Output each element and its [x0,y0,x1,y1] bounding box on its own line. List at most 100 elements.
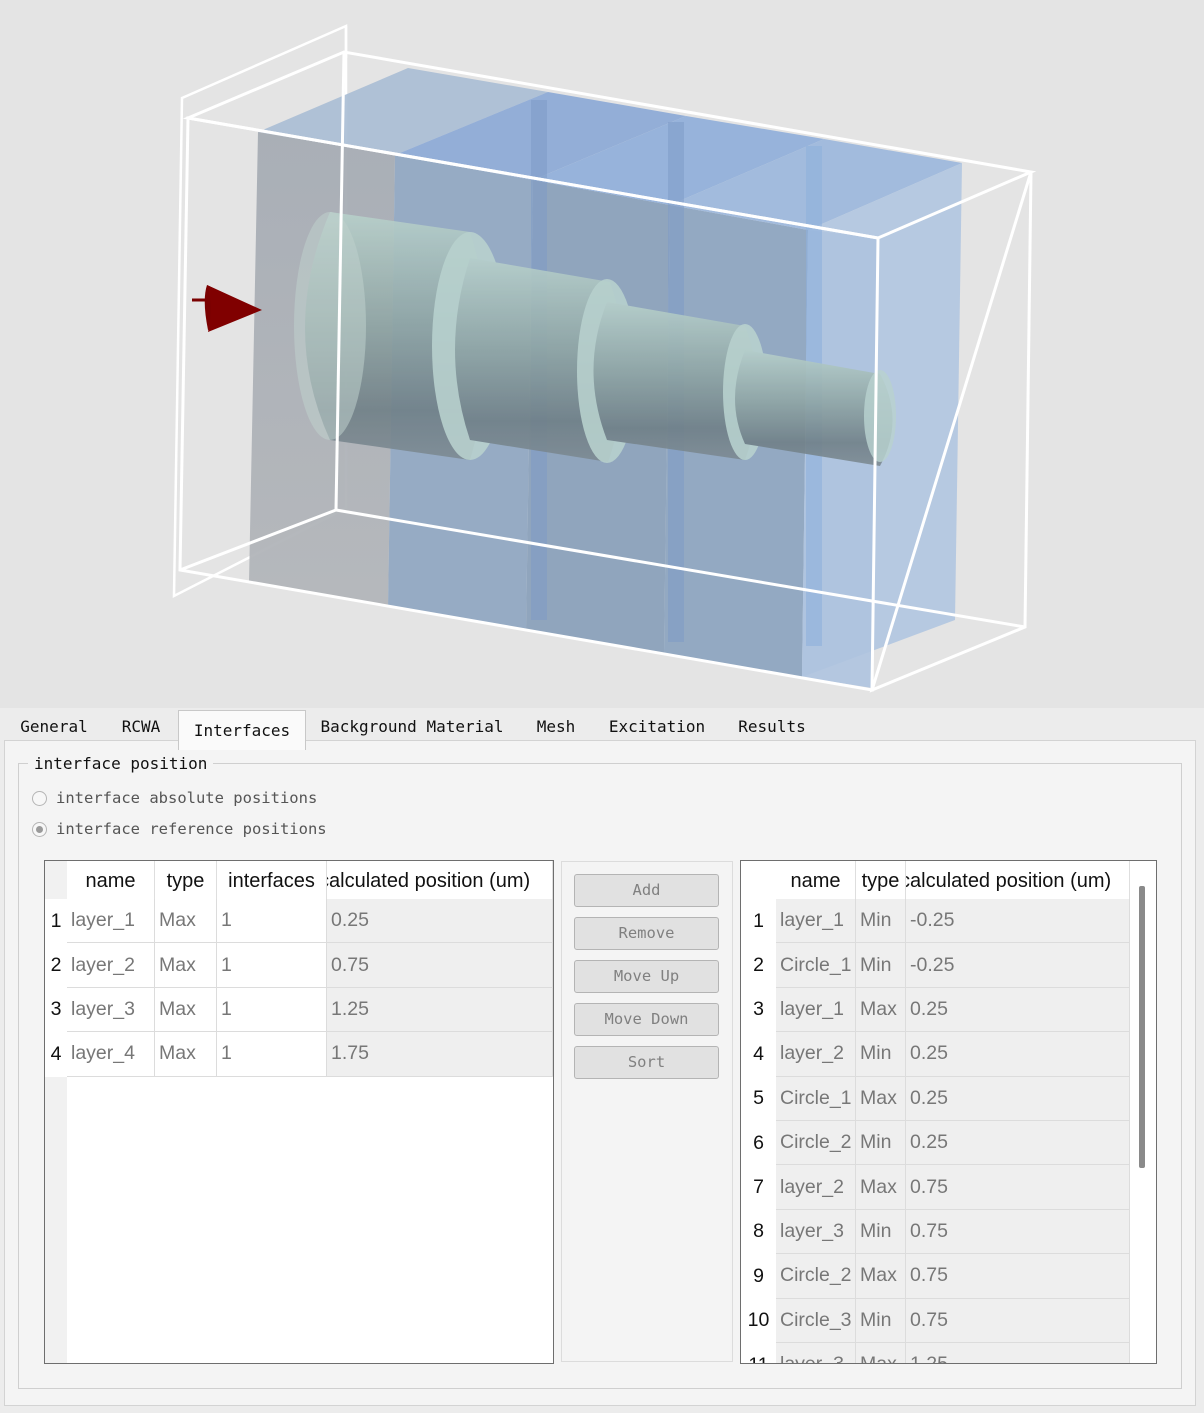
cell-name[interactable]: layer_3 [776,1209,856,1255]
cell-type[interactable]: Max [155,987,217,1033]
cell-type[interactable]: Min [856,943,906,988]
cell-name[interactable]: layer_2 [776,1032,856,1077]
cell-type[interactable]: Max [856,1343,906,1363]
table-row[interactable]: 3 layer_3 Max 1 1.25 [45,987,553,1033]
cell-position[interactable]: 1.25 [327,987,553,1033]
remove-button[interactable]: Remove [574,917,719,950]
structure-render [172,24,1037,693]
cell-name[interactable]: layer_1 [776,899,856,944]
row-number: 8 [741,1209,776,1255]
cell-type[interactable]: Max [856,1165,906,1210]
row-number: 9 [741,1254,776,1299]
row-number: 1 [45,899,67,944]
col-header-interfaces[interactable]: interfaces [217,861,327,899]
cell-position[interactable]: -0.25 [906,899,1130,944]
cell-position[interactable]: 0.25 [906,1032,1130,1077]
cell-position[interactable]: 0.25 [906,987,1130,1033]
source-arrow-icon [192,285,262,332]
cell-type[interactable]: Max [856,987,906,1033]
col-header-position[interactable]: calculated position (um) [906,861,1130,899]
table-row[interactable]: 3 layer_1 Max 0.25 [741,987,1130,1033]
cell-name[interactable]: Circle_1 [776,1076,856,1121]
cell-name[interactable]: Circle_3 [776,1298,856,1343]
cell-interfaces[interactable]: 1 [217,943,327,988]
cell-interfaces[interactable]: 1 [217,899,327,944]
interfaces-table[interactable]: name type interfaces calculated position… [44,860,554,1364]
row-number: 3 [741,987,776,1033]
col-header-name[interactable]: name [776,861,856,899]
cell-interfaces[interactable]: 1 [217,1032,327,1077]
table-row[interactable]: 7 layer_2 Max 0.75 [741,1165,1130,1210]
table-row[interactable]: 4 layer_2 Min 0.25 [741,1032,1130,1077]
cell-position[interactable]: 1.75 [327,1032,553,1077]
table-row[interactable]: 2 layer_2 Max 1 0.75 [45,943,553,988]
calculated-positions-table[interactable]: name type calculated position (um) 1 laye… [740,860,1157,1364]
row-number: 1 [741,899,776,944]
table-header: name type interfaces calculated position… [45,861,553,899]
cell-name[interactable]: layer_2 [776,1165,856,1210]
radio-reference-positions[interactable]: interface reference positions [32,817,327,841]
radio-absolute-button[interactable] [32,790,47,806]
radio-absolute-label: interface absolute positions [56,789,318,807]
cell-type[interactable]: Max [856,1254,906,1299]
cell-name[interactable]: layer_1 [67,899,155,944]
cell-position[interactable]: 1.25 [906,1343,1130,1363]
row-number: 7 [741,1165,776,1210]
cell-name[interactable]: Circle_2 [776,1121,856,1166]
cell-type[interactable]: Min [856,1209,906,1255]
cell-position[interactable]: 0.25 [327,899,553,944]
cell-type[interactable]: Min [856,1032,906,1077]
cell-position[interactable]: 0.75 [906,1165,1130,1210]
row-number: 2 [741,943,776,988]
tab-interfaces[interactable]: Interfaces [178,710,306,750]
row-number: 6 [741,1121,776,1166]
radio-reference-button[interactable] [32,821,47,837]
cell-name[interactable]: layer_4 [67,1032,155,1077]
move-down-button[interactable]: Move Down [574,1003,719,1036]
row-number: 10 [741,1298,776,1343]
cell-type[interactable]: Max [856,1076,906,1121]
cell-position[interactable]: 0.75 [906,1209,1130,1255]
move-up-button[interactable]: Move Up [574,960,719,993]
right-table-scrollbar[interactable] [1139,886,1145,1168]
table-row[interactable]: 11layer_3Max1.25 [741,1343,1130,1363]
cell-type[interactable]: Max [155,1032,217,1077]
3d-viewport[interactable] [0,0,1204,708]
table-row[interactable]: 4 layer_4 Max 1 1.75 [45,1032,553,1077]
cell-type[interactable]: Min [856,899,906,944]
cell-name[interactable]: layer_1 [776,987,856,1033]
cell-type[interactable]: Max [155,943,217,988]
table-row[interactable]: 5 Circle_1 Max 0.25 [741,1076,1130,1121]
cell-position[interactable]: 0.75 [906,1298,1130,1343]
cell-position[interactable]: 0.25 [906,1076,1130,1121]
cell-position[interactable]: -0.25 [906,943,1130,988]
table-row[interactable]: 1 layer_1 Max 1 0.25 [45,899,553,944]
row-number: 4 [45,1032,67,1077]
col-header-name[interactable]: name [67,861,155,899]
table-row[interactable]: 1 layer_1 Min -0.25 [741,899,1130,944]
table-row[interactable]: 6 Circle_2 Min 0.25 [741,1121,1130,1166]
col-header-type[interactable]: type [856,861,906,899]
col-header-type[interactable]: type [155,861,217,899]
cell-name[interactable]: layer_3 [67,987,155,1033]
sort-button[interactable]: Sort [574,1046,719,1079]
cell-type[interactable]: Min [856,1298,906,1343]
table-row[interactable]: 2 Circle_1 Min -0.25 [741,943,1130,988]
table-row[interactable]: 8 layer_3 Min 0.75 [741,1209,1130,1255]
radio-absolute-positions[interactable]: interface absolute positions [32,786,317,810]
row-number: 11 [741,1343,776,1363]
table-row[interactable]: 10 Circle_3 Min 0.75 [741,1298,1130,1343]
cell-position[interactable]: 0.25 [906,1121,1130,1166]
cell-name[interactable]: layer_2 [67,943,155,988]
cell-name[interactable]: Circle_1 [776,943,856,988]
cell-type[interactable]: Min [856,1121,906,1166]
cell-position[interactable]: 0.75 [327,943,553,988]
cell-type[interactable]: Max [155,899,217,944]
cell-position[interactable]: 0.75 [906,1254,1130,1299]
cell-interfaces[interactable]: 1 [217,987,327,1033]
col-header-position[interactable]: calculated position (um) [327,861,553,899]
cell-name[interactable]: layer_3 [776,1343,856,1363]
table-row[interactable]: 9 Circle_2 Max 0.75 [741,1254,1130,1299]
cell-name[interactable]: Circle_2 [776,1254,856,1299]
add-button[interactable]: Add [574,874,719,907]
